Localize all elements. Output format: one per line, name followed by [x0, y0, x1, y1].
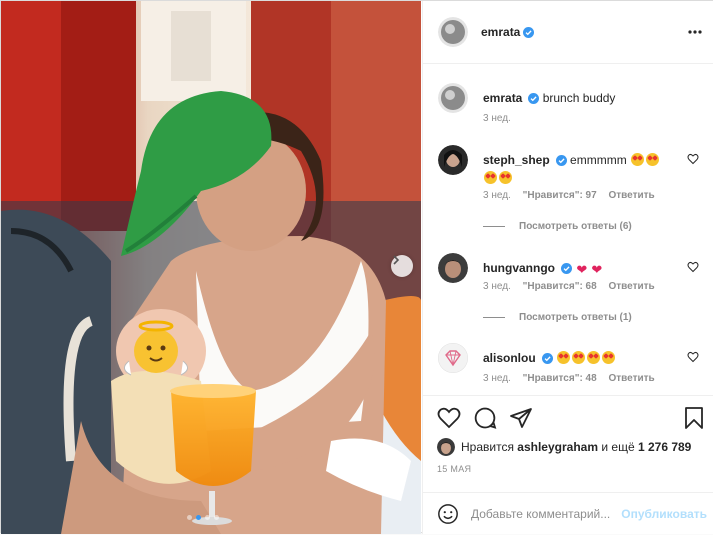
view-replies-button[interactable]: Посмотреть ответы (6) — [483, 221, 632, 232]
comment-username[interactable]: alisonlou — [483, 351, 536, 365]
view-replies-label: Посмотреть ответы (1) — [519, 312, 632, 323]
comment-likes[interactable]: "Нравится": 97 — [523, 190, 597, 201]
carousel-dot-active — [196, 515, 201, 520]
post-sidebar: emrata emrata brunch buddy 3 нед. steph_… — [422, 1, 713, 534]
star-struck-emoji-icon — [646, 153, 660, 166]
star-struck-emoji-icon — [587, 351, 601, 364]
comment-row: steph_shep emmmmm 3 нед. "Нравится": 97 … — [438, 145, 703, 235]
instagram-post: emrata emrata brunch buddy 3 нед. steph_… — [0, 0, 713, 534]
share-paper-plane-icon[interactable] — [509, 406, 533, 430]
comment-row: alisonlou 3 нед. "Нравится": 48 Ответить — [438, 343, 703, 395]
view-replies-button[interactable]: Посмотреть ответы (1) — [483, 312, 632, 323]
liker-avatar[interactable] — [437, 438, 455, 456]
star-struck-emoji-icon — [602, 351, 616, 364]
publish-button[interactable]: Опубликовать — [621, 507, 707, 521]
verified-badge-icon — [528, 93, 540, 104]
replies-divider — [483, 226, 505, 227]
liker-username[interactable]: ashleygraham — [517, 440, 598, 454]
likes-prefix: Нравится — [461, 440, 514, 454]
post-header: emrata — [423, 1, 713, 64]
comment-meta: 3 нед. "Нравится": 68 Ответить — [483, 281, 664, 292]
commenter-avatar[interactable] — [438, 343, 468, 373]
comment-likes[interactable]: "Нравится": 48 — [523, 373, 597, 384]
author-avatar[interactable] — [438, 17, 468, 47]
action-icons — [437, 406, 707, 430]
replies-divider — [483, 317, 505, 318]
post-photo[interactable] — [1, 1, 421, 534]
like-comment-heart-icon[interactable] — [687, 153, 699, 165]
carousel-dot — [187, 515, 192, 520]
red-heart-emoji-icon: ❤ — [591, 262, 603, 277]
reply-button[interactable]: Ответить — [608, 190, 654, 201]
emoji-smiley-icon[interactable] — [437, 503, 459, 525]
star-struck-emoji-icon — [499, 171, 512, 184]
comment-text: steph_shep emmmmm — [483, 151, 673, 187]
add-comment-bar: Опубликовать — [423, 492, 713, 535]
comment-username[interactable]: steph_shep — [483, 153, 550, 167]
likes-summary: Нравится ashleygraham и ещё 1 276 789 — [437, 438, 691, 456]
photo-illustration — [1, 1, 421, 534]
caption-avatar[interactable] — [438, 83, 468, 113]
like-comment-heart-icon[interactable] — [687, 351, 699, 363]
star-struck-emoji-icon — [557, 351, 571, 364]
caption-row: emrata brunch buddy 3 нед. — [438, 83, 703, 143]
save-bookmark-icon[interactable] — [683, 406, 705, 430]
red-heart-emoji-icon: ❤ — [576, 262, 588, 277]
comment-input[interactable] — [471, 507, 621, 521]
author-username[interactable]: emrata — [481, 25, 520, 39]
comment-meta: 3 нед. "Нравится": 97 Ответить — [483, 190, 664, 201]
comment-time[interactable]: 3 нед. — [483, 373, 511, 384]
commenter-avatar[interactable] — [438, 253, 468, 283]
reply-button[interactable]: Ответить — [608, 281, 654, 292]
comment-bubble-icon[interactable] — [473, 406, 497, 430]
caption-body: brunch buddy — [542, 91, 616, 105]
next-photo-button[interactable] — [391, 255, 413, 277]
caption-time[interactable]: 3 нед. — [483, 113, 511, 124]
star-struck-emoji-icon — [631, 153, 645, 166]
star-struck-emoji-icon — [572, 351, 586, 364]
post-date[interactable]: 15 МАЯ — [437, 464, 471, 474]
comment-username[interactable]: hungvanngo — [483, 261, 555, 275]
likes-count[interactable]: 1 276 789 — [638, 440, 691, 454]
caption-username[interactable]: emrata — [483, 91, 522, 105]
star-struck-emoji-icon — [484, 171, 497, 184]
comment-text: alisonlou — [483, 349, 673, 367]
verified-badge-icon — [555, 155, 567, 166]
caption-text: emrata brunch buddy — [483, 89, 673, 107]
post-actions: Нравится ashleygraham и ещё 1 276 789 15… — [423, 395, 713, 534]
commenter-avatar[interactable] — [438, 145, 468, 175]
comments-list: emrata brunch buddy 3 нед. steph_shep em… — [423, 65, 713, 395]
comment-time[interactable]: 3 нед. — [483, 281, 511, 292]
caption-meta: 3 нед. — [483, 113, 520, 124]
comment-row: hungvanngo ❤ ❤ 3 нед. "Нравится": 68 Отве… — [438, 253, 703, 323]
comment-likes[interactable]: "Нравится": 68 — [523, 281, 597, 292]
comment-body: emmmmm — [570, 153, 627, 167]
carousel-dot — [205, 515, 210, 520]
comment-text: hungvanngo ❤ ❤ — [483, 259, 673, 277]
verified-badge-icon — [541, 353, 553, 364]
like-comment-heart-icon[interactable] — [687, 261, 699, 273]
chevron-right-icon — [393, 255, 400, 265]
more-dots-icon[interactable] — [687, 24, 703, 40]
carousel-indicator — [187, 515, 219, 520]
comment-meta: 3 нед. "Нравится": 48 Ответить — [483, 373, 664, 384]
comment-time[interactable]: 3 нед. — [483, 190, 511, 201]
view-replies-label: Посмотреть ответы (6) — [519, 221, 632, 232]
verified-badge-icon — [561, 263, 572, 274]
carousel-dot — [214, 515, 219, 520]
like-heart-icon[interactable] — [437, 406, 461, 430]
likes-mid: и ещё — [601, 440, 635, 454]
verified-badge-icon — [523, 26, 535, 38]
reply-button[interactable]: Ответить — [608, 373, 654, 384]
